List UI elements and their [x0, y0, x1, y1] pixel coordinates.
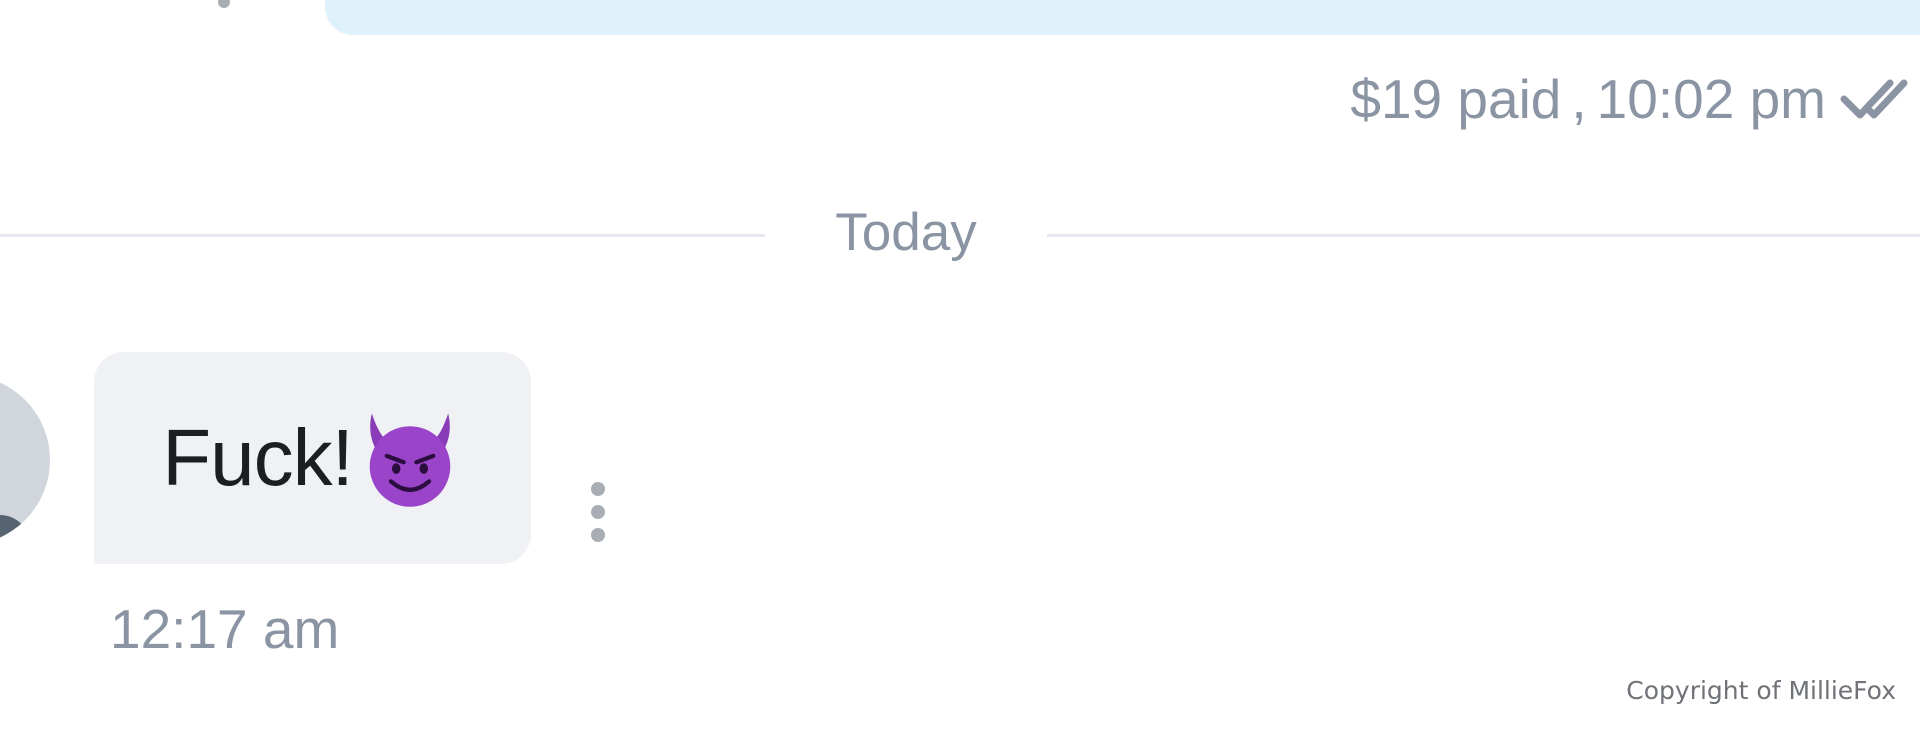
- day-divider: Today: [0, 200, 1920, 270]
- message-time: 12:17 am: [110, 598, 340, 660]
- divider-line-right: [1047, 234, 1920, 237]
- menu-dot: [591, 482, 605, 496]
- double-check-icon: [1840, 79, 1908, 119]
- incoming-message-bubble[interactable]: Fuck!: [94, 352, 531, 564]
- previous-outgoing-message-bubble[interactable]: [325, 0, 1920, 35]
- day-divider-label: Today: [835, 203, 977, 262]
- menu-dot: [591, 505, 605, 519]
- payment-status: $19 paid: [1350, 68, 1562, 130]
- divider-line-left: [0, 234, 765, 237]
- chat-screen: $19 paid , 10:02 pm Today Fuck! 12:17 am…: [0, 0, 1920, 730]
- copyright-watermark: Copyright of MillieFox: [1626, 676, 1896, 705]
- message-content: Fuck!: [162, 405, 463, 511]
- smiling-devil-emoji-icon: [369, 413, 451, 507]
- avatar-figure: [0, 515, 30, 545]
- message-text: Fuck!: [162, 413, 354, 502]
- menu-dot: [591, 528, 605, 542]
- previous-message-meta: $19 paid , 10:02 pm: [1350, 64, 1920, 134]
- previous-message-menu-icon[interactable]: [218, 0, 230, 8]
- avatar[interactable]: [0, 375, 50, 545]
- vertical-dots-icon[interactable]: [590, 482, 606, 542]
- meta-separator: ,: [1571, 68, 1587, 130]
- previous-message-time: 10:02 pm: [1596, 68, 1826, 130]
